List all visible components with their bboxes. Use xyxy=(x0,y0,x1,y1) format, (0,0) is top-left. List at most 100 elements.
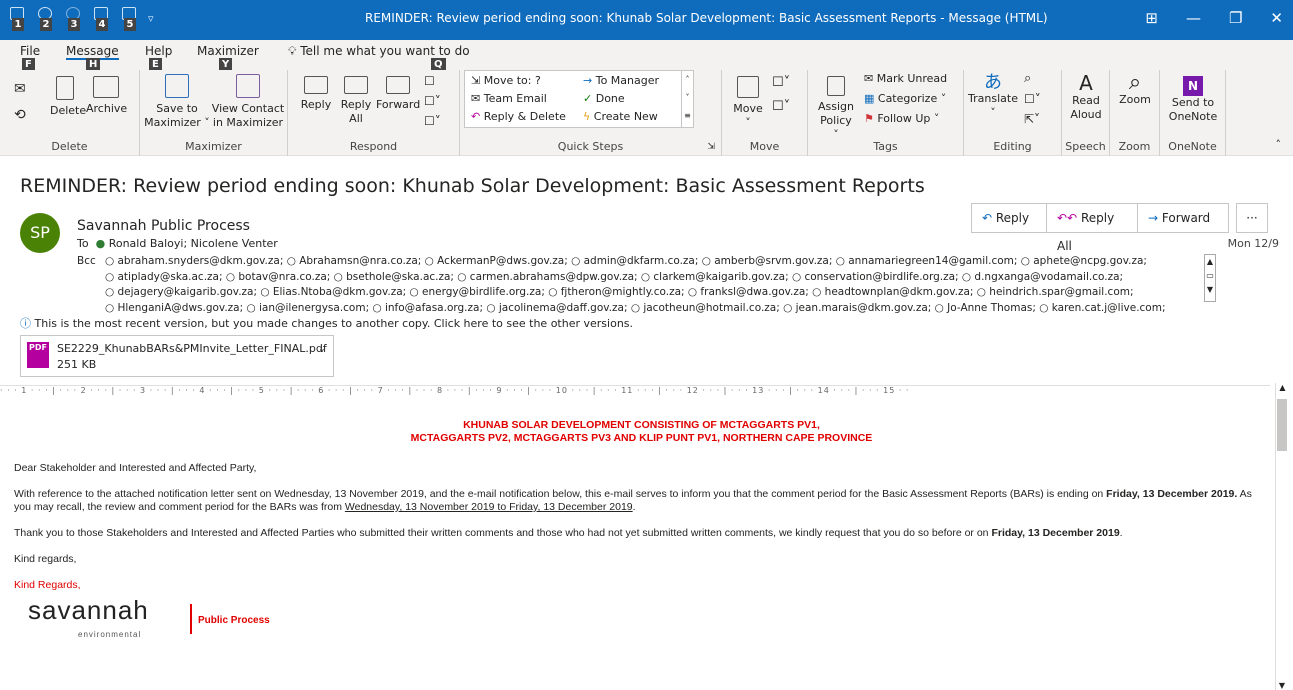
quick-step-create-new[interactable]: ϟ Create New xyxy=(583,110,658,123)
ribbon: ✉ ⟲ Delete Archive Delete Save to Maximiz… xyxy=(0,70,1293,156)
scrollbar-thumb[interactable] xyxy=(1277,399,1287,451)
avatar[interactable]: SP xyxy=(20,213,60,253)
select-icon[interactable]: ⇱˅ xyxy=(1024,112,1040,126)
collapse-ribbon-icon[interactable]: ˄ xyxy=(1276,138,1282,151)
arrow-right-icon: → xyxy=(583,74,596,87)
restore-icon[interactable]: ❐ xyxy=(1229,9,1242,27)
view-contact-button[interactable]: View Contact in Maximizer xyxy=(210,74,286,130)
find-icon[interactable]: ⌕ xyxy=(1024,72,1031,86)
group-editing: あ Translate ˅ ⌕ ☐˅ ⇱˅ Editing xyxy=(964,70,1062,156)
forward-arrow-icon: → xyxy=(1148,211,1162,225)
onenote-icon: N xyxy=(1183,76,1203,96)
flag-icon: ⚑ xyxy=(864,112,878,125)
qat-up-button[interactable]: 4 xyxy=(92,6,114,32)
scroll-up-icon[interactable]: ▲ xyxy=(1276,383,1289,392)
more-actions-button[interactable]: ··· xyxy=(1236,203,1268,233)
tab-message[interactable]: Message H xyxy=(66,44,119,71)
reply-all-header-button[interactable]: ↶↶ Reply All xyxy=(1046,203,1138,253)
rules-icon[interactable]: ☐˅ xyxy=(772,76,790,90)
translate-button[interactable]: あ Translate ˅ xyxy=(968,74,1018,120)
savannah-logo: savannah environmental Public Process xyxy=(28,595,270,639)
policy-icon xyxy=(827,76,845,96)
qat-down-button[interactable]: 5 xyxy=(120,6,142,32)
tab-maximizer[interactable]: Maximizer Y xyxy=(197,44,259,71)
group-move: Move ˅ ☐˅ ☐˅ Move xyxy=(722,70,808,156)
categorize-button[interactable]: ▦ Categorize ˅ xyxy=(864,92,946,106)
folder-move-icon xyxy=(737,76,759,98)
translate-icon: あ xyxy=(984,72,1002,93)
quick-step-reply-delete[interactable]: ↶ Reply & Delete xyxy=(471,110,566,123)
reply-button[interactable]: Reply xyxy=(298,76,334,112)
qat-save-button[interactable]: 1 xyxy=(8,6,30,32)
qat-customize-icon[interactable]: ▿ xyxy=(148,6,160,32)
bcc-recipients[interactable]: ○ abraham.snyders@dkm.gov.za; ○ Abrahams… xyxy=(105,254,1195,316)
email-icon: ✉ xyxy=(471,92,484,105)
info-icon: ⓘ xyxy=(20,317,31,330)
cleanup-icon[interactable]: ⟲ xyxy=(14,108,26,122)
quick-access-toolbar: 1 2 3 4 5 ▿ xyxy=(8,6,160,32)
archive-button[interactable]: Archive xyxy=(86,76,127,116)
contact-card-icon xyxy=(236,74,260,98)
body-closing: Kind regards, xyxy=(14,553,77,565)
group-delete: ✉ ⟲ Delete Archive Delete xyxy=(0,70,140,156)
qat-undo-button[interactable]: 2 xyxy=(36,6,58,32)
presence-icon: ● xyxy=(95,237,106,250)
quick-step-team-email[interactable]: ✉ Team Email xyxy=(471,92,547,105)
title-bar: 1 2 3 4 5 ▿ REMINDER: Review period endi… xyxy=(0,0,1293,40)
checkmark-icon: ✓ xyxy=(583,92,596,105)
quick-steps-scroll[interactable]: ˄ ˅ ≡ xyxy=(681,71,693,127)
related-icon[interactable]: ☐˅ xyxy=(1024,92,1041,106)
body-scrollbar[interactable]: ▲ ▼ xyxy=(1275,383,1289,690)
close-icon[interactable]: ✕ xyxy=(1270,9,1283,27)
ignore-icon[interactable]: ✉ xyxy=(14,82,26,96)
assign-policy-button[interactable]: Assign Policy ˅ xyxy=(816,76,856,142)
trash-icon xyxy=(56,76,74,100)
body-paragraph-2: Thank you to those Stakeholders and Inte… xyxy=(14,527,1123,539)
body-heading-1: KHUNAB SOLAR DEVELOPMENT CONSISTING OF M… xyxy=(463,419,820,431)
save-to-maximizer-icon xyxy=(165,74,189,98)
forward-button[interactable]: Forward xyxy=(376,76,420,112)
delete-button[interactable]: Delete xyxy=(50,76,86,118)
lightbulb-icon: 💡︎ xyxy=(288,44,301,58)
categorize-icon: ▦ xyxy=(864,92,878,105)
zoom-button[interactable]: ⌕ Zoom xyxy=(1118,72,1152,107)
dialog-launcher-icon[interactable]: ⇲ xyxy=(707,142,715,152)
follow-up-button[interactable]: ⚑ Follow Up ˅ xyxy=(864,112,939,126)
bcc-scrollbar[interactable]: ▲ ▭ ▼ xyxy=(1204,254,1216,302)
actions-icon[interactable]: ☐˅ xyxy=(772,100,790,114)
scroll-down-icon[interactable]: ▼ xyxy=(1276,681,1288,690)
ribbon-display-icon[interactable]: ⊞ xyxy=(1145,9,1158,27)
quick-step-done[interactable]: ✓ Done xyxy=(583,92,625,105)
logo-divider xyxy=(190,604,192,634)
tab-file[interactable]: File F xyxy=(20,44,40,71)
attachment[interactable]: PDF SE2229_KhunabBARs&PMInvite_Letter_FI… xyxy=(20,335,334,377)
send-to-onenote-button[interactable]: N Send to OneNote xyxy=(1166,76,1220,124)
move-button[interactable]: Move ˅ xyxy=(730,76,766,130)
tell-me-box[interactable]: 💡︎ Tell me what you want to do Q xyxy=(288,44,470,71)
quick-step-to-manager[interactable]: → To Manager xyxy=(583,74,659,87)
im-icon[interactable]: ☐˅ xyxy=(424,94,441,108)
quick-step-move-to[interactable]: ⇲ Move to: ? xyxy=(471,74,541,87)
more-respond-icon[interactable]: ☐˅ xyxy=(424,114,441,128)
meeting-icon[interactable]: ☐ xyxy=(424,74,435,88)
tab-help[interactable]: Help E xyxy=(145,44,172,71)
reply-all-button[interactable]: Reply All xyxy=(338,76,374,126)
window-controls: ⊞ — ❐ ✕ xyxy=(1145,9,1283,27)
version-info-bar[interactable]: ⓘ This is the most recent version, but y… xyxy=(20,315,633,331)
read-aloud-button[interactable]: A Read Aloud xyxy=(1068,73,1104,122)
reply-delete-icon: ↶ xyxy=(471,110,484,123)
save-to-maximizer-button[interactable]: Save to Maximizer ˅ xyxy=(142,74,212,130)
sender-name[interactable]: Savannah Public Process xyxy=(77,218,250,234)
forward-header-button[interactable]: → Forward xyxy=(1137,203,1229,233)
mark-unread-button[interactable]: ✉ Mark Unread xyxy=(864,72,947,86)
quick-steps-gallery: ⇲ Move to: ? ✉ Team Email ↶ Reply & Dele… xyxy=(464,70,694,128)
qat-redo-button[interactable]: 3 xyxy=(64,6,86,32)
reply-all-arrow-icon: ↶↶ xyxy=(1057,211,1081,225)
chevron-down-icon[interactable]: ˅ xyxy=(319,348,325,362)
group-maximizer: Save to Maximizer ˅ View Contact in Maximi… xyxy=(140,70,288,156)
minimize-icon[interactable]: — xyxy=(1186,9,1201,27)
to-line: To ● Ronald Baloyi; Nicolene Venter xyxy=(77,237,278,250)
reply-icon xyxy=(304,76,328,94)
reply-header-button[interactable]: ↶ Reply xyxy=(971,203,1047,233)
reply-arrow-icon: ↶ xyxy=(982,211,996,225)
